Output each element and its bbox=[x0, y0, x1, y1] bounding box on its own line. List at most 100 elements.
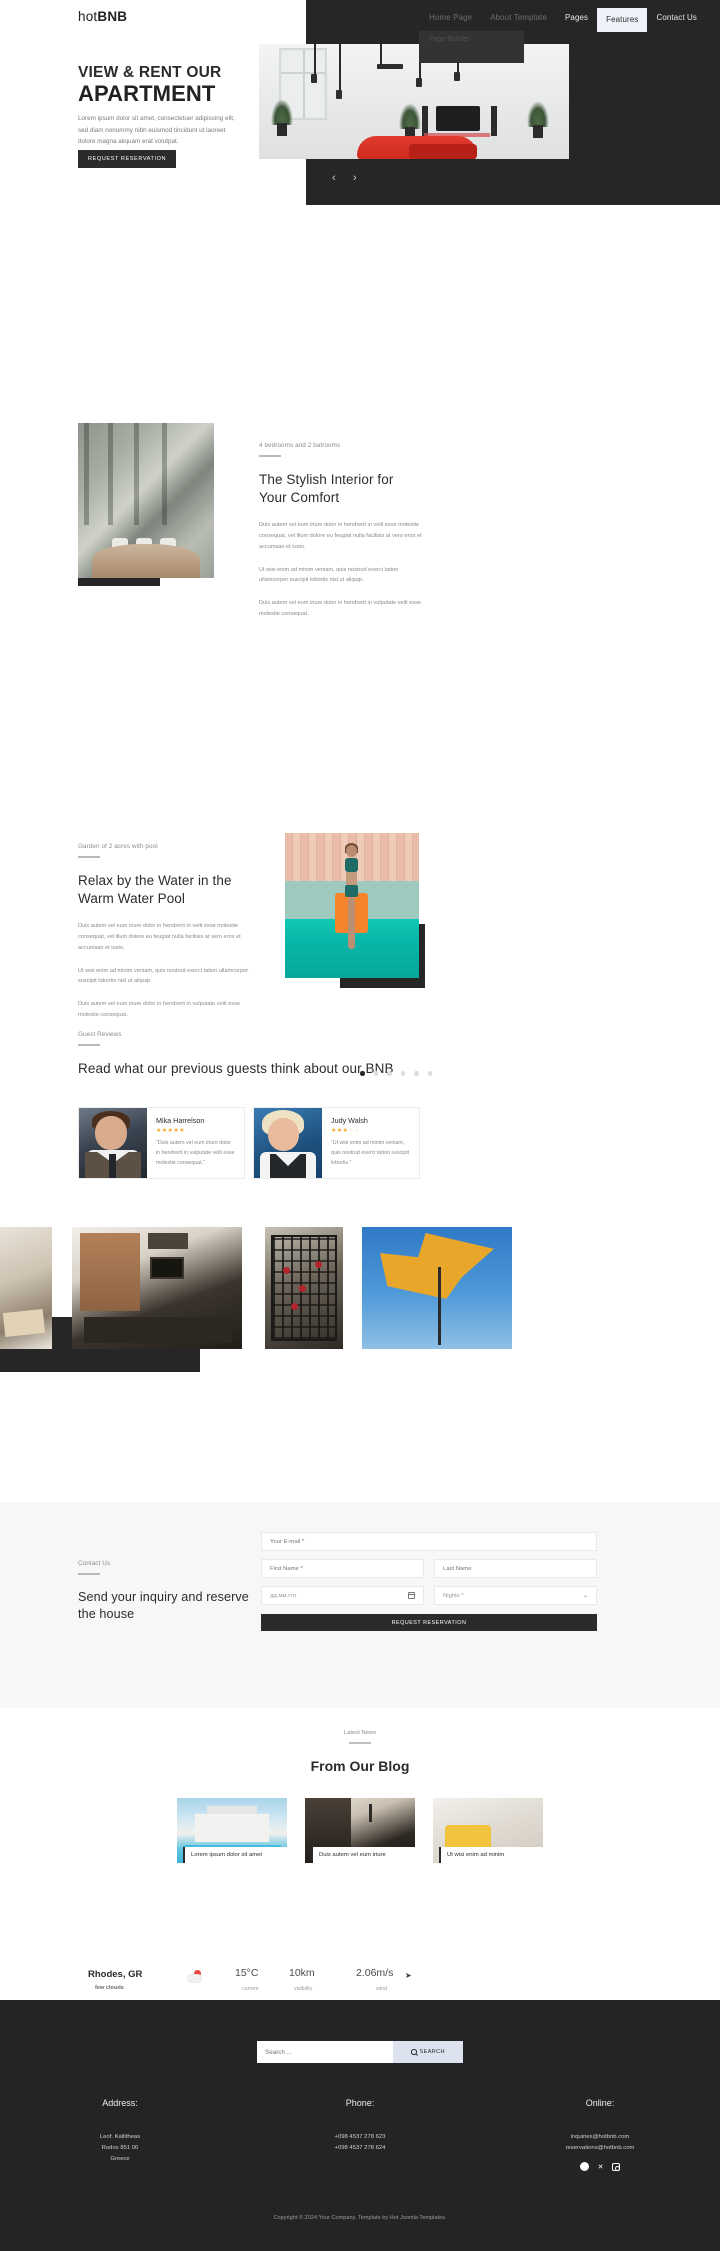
calendar-icon[interactable] bbox=[408, 1592, 415, 1599]
chevron-down-icon[interactable]: ⌄ bbox=[583, 1592, 588, 1599]
last-name-field[interactable] bbox=[434, 1559, 597, 1578]
date-field-value: дд.мм.гггг bbox=[270, 1592, 297, 1599]
hero-request-reservation-button[interactable]: REQUEST RESERVATION bbox=[78, 150, 177, 168]
gallery-image-1[interactable] bbox=[0, 1227, 52, 1349]
footer-column-address: Address: Leof. Kallitheas Rodos 851 00 G… bbox=[0, 2098, 240, 2171]
reviews-eyebrow-rule bbox=[78, 1044, 100, 1046]
top-navigation-bar: hotBNB Home Page About Template Pages Fe… bbox=[0, 0, 720, 63]
pendant-cord-2 bbox=[339, 44, 341, 90]
page-root: hotBNB Home Page About Template Pages Fe… bbox=[0, 0, 720, 2251]
review-dot-6[interactable] bbox=[427, 1071, 432, 1076]
features-dropdown-menu: Page Builder bbox=[419, 31, 524, 63]
nights-select[interactable]: Nights * ⌄ bbox=[434, 1586, 597, 1605]
blog-eyebrow: Latest News bbox=[343, 1730, 377, 1736]
footer-heading: Phone: bbox=[345, 2098, 375, 2108]
pendant-lamp-1 bbox=[311, 74, 317, 83]
list-item[interactable]: Ut wisi enim ad minim bbox=[433, 1797, 543, 1863]
nav-item-about-template[interactable]: About Template bbox=[481, 8, 556, 28]
pendant-lamp-5 bbox=[454, 72, 460, 81]
logo-bold-text: BNB bbox=[97, 9, 128, 24]
nav-item-contact-us[interactable]: Contact Us bbox=[647, 8, 706, 28]
contact-section: Contact Us Send your inquiry and reserve… bbox=[0, 1502, 720, 1708]
nav-item-pages[interactable]: Pages bbox=[556, 8, 597, 28]
interior-paragraph-3: Duis autem vel eum iriure dolor in hendr… bbox=[259, 600, 421, 618]
gallery-image-4[interactable] bbox=[362, 1227, 512, 1349]
gallery-image-2[interactable] bbox=[72, 1227, 242, 1349]
gallery-strip bbox=[0, 405, 720, 1372]
search-input[interactable] bbox=[257, 2041, 393, 2063]
blog-post-title[interactable]: Duis autem vel eum iriure bbox=[311, 1846, 415, 1863]
review-card: Mika Harrelson ★★★★★ “Duis autem vel eum… bbox=[78, 1107, 245, 1179]
pool-image bbox=[285, 833, 419, 978]
nav-item-features[interactable]: Features bbox=[597, 8, 648, 32]
footer-search: SEARCH bbox=[257, 2041, 463, 2063]
pendant-lamp-bar bbox=[377, 64, 403, 69]
pendant-lamp-2 bbox=[336, 90, 342, 99]
weather-temperature-label: current bbox=[242, 1986, 259, 1992]
wind-direction-arrow-icon: ➤ bbox=[405, 1971, 412, 1980]
review-dot-3[interactable] bbox=[387, 1071, 392, 1076]
site-logo[interactable]: hotBNB bbox=[78, 9, 127, 24]
red-sofa-seat bbox=[409, 144, 477, 159]
gallery-image-3[interactable] bbox=[265, 1227, 343, 1349]
footer-phone-lines[interactable]: +098 4537 278 623 +098 4537 278 624 bbox=[240, 2132, 480, 2154]
slider-next-icon[interactable]: › bbox=[353, 172, 357, 184]
pendant-cord-3 bbox=[380, 44, 382, 64]
blog-post-title[interactable]: Ut wisi enim ad minim bbox=[439, 1846, 543, 1863]
hero-title-top: VIEW & RENT OUR bbox=[78, 64, 222, 81]
avatar bbox=[79, 1108, 147, 1178]
interior-section: 4 bedrooms and 2 batrooms The Stylish In… bbox=[0, 205, 720, 617]
instagram-icon[interactable] bbox=[612, 2162, 621, 2171]
stars-empty: ☆☆ bbox=[348, 1128, 360, 1134]
nights-select-value: Nights * bbox=[443, 1592, 464, 1599]
plant-right bbox=[527, 98, 549, 138]
request-reservation-submit-button[interactable]: REQUEST RESERVATION bbox=[261, 1614, 597, 1631]
pool-paragraph-1: Duis autem vel eum iriure dolor in hendr… bbox=[78, 922, 241, 951]
pool-eyebrow: Garden of 2 acres with pool bbox=[78, 843, 158, 850]
review-dot-5[interactable] bbox=[414, 1071, 419, 1076]
speaker-left bbox=[422, 106, 428, 136]
footer-copyright: Copyright © 2024 Your Company. Template … bbox=[273, 2215, 447, 2221]
dropdown-item-page-builder[interactable]: Page Builder bbox=[419, 31, 524, 46]
nav-item-home-page[interactable]: Home Page bbox=[420, 8, 481, 28]
review-dot-2[interactable] bbox=[373, 1071, 378, 1076]
rating-stars: ★★★★★ bbox=[156, 1127, 236, 1134]
contact-copy: Contact Us Send your inquiry and reserve… bbox=[78, 1560, 258, 1623]
blog-section: Latest News From Our Blog Lorem ipsum do… bbox=[0, 1730, 720, 1863]
weather-wind-value: 2.06m/s bbox=[356, 1967, 394, 1979]
footer-social-links: f ✕ bbox=[480, 2162, 720, 2172]
pool-copy: Garden of 2 acres with pool Relax by the… bbox=[78, 843, 250, 1021]
plant-left bbox=[271, 96, 293, 136]
x-twitter-icon[interactable]: ✕ bbox=[598, 2163, 604, 2171]
rating-stars: ★★★☆☆ bbox=[331, 1127, 411, 1134]
list-item[interactable]: Duis autem vel eum iriure bbox=[305, 1797, 415, 1863]
first-name-field[interactable] bbox=[261, 1559, 424, 1578]
review-dot-1[interactable] bbox=[360, 1071, 365, 1076]
slider-prev-icon[interactable]: ‹ bbox=[332, 172, 336, 184]
review-quote: “Duis autem vel eum iriure dolor in hend… bbox=[156, 1140, 235, 1166]
review-dot-4[interactable] bbox=[400, 1071, 405, 1076]
footer-email-lines[interactable]: inquiries@hotbnb.com reservations@hotbnb… bbox=[480, 2132, 720, 2154]
weather-wind-label: wind bbox=[376, 1986, 387, 1992]
blog-title: From Our Blog bbox=[310, 1757, 410, 1774]
blog-card-list: Lorem ipsum dolor sit amet Duis autem ve… bbox=[0, 1797, 720, 1863]
search-button[interactable]: SEARCH bbox=[393, 2041, 463, 2063]
cloud-sun-icon bbox=[188, 1970, 202, 1982]
facebook-icon[interactable]: f bbox=[579, 2162, 589, 2172]
date-field[interactable]: дд.мм.гггг bbox=[261, 1586, 424, 1605]
footer-column-online: Online: inquiries@hotbnb.com reservation… bbox=[480, 2098, 720, 2172]
reviews-header: Guest Reviews Read what our previous gue… bbox=[78, 1031, 408, 1078]
blog-post-title[interactable]: Lorem ipsum dolor sit amet bbox=[183, 1846, 287, 1863]
weather-city: Rhodes, GR bbox=[88, 1969, 143, 1980]
footer-heading: Address: bbox=[102, 2098, 138, 2108]
review-author-name: Mika Harrelson bbox=[156, 1116, 205, 1125]
hero-section: hotBNB Home Page About Template Pages Fe… bbox=[0, 0, 720, 205]
hero-title-main: APARTMENT bbox=[78, 81, 216, 106]
reviews-eyebrow: Guest Reviews bbox=[78, 1031, 122, 1038]
weather-condition: few clouds bbox=[95, 1985, 124, 1991]
pool-paragraph-3: Duis autem vel eum iriure dolor in hendr… bbox=[78, 1001, 240, 1019]
search-icon bbox=[411, 2049, 417, 2055]
review-quote: “Ut wisi enim ad minim veniam, quis nost… bbox=[331, 1140, 410, 1166]
email-field[interactable] bbox=[261, 1532, 597, 1551]
list-item[interactable]: Lorem ipsum dolor sit amet bbox=[177, 1797, 287, 1863]
